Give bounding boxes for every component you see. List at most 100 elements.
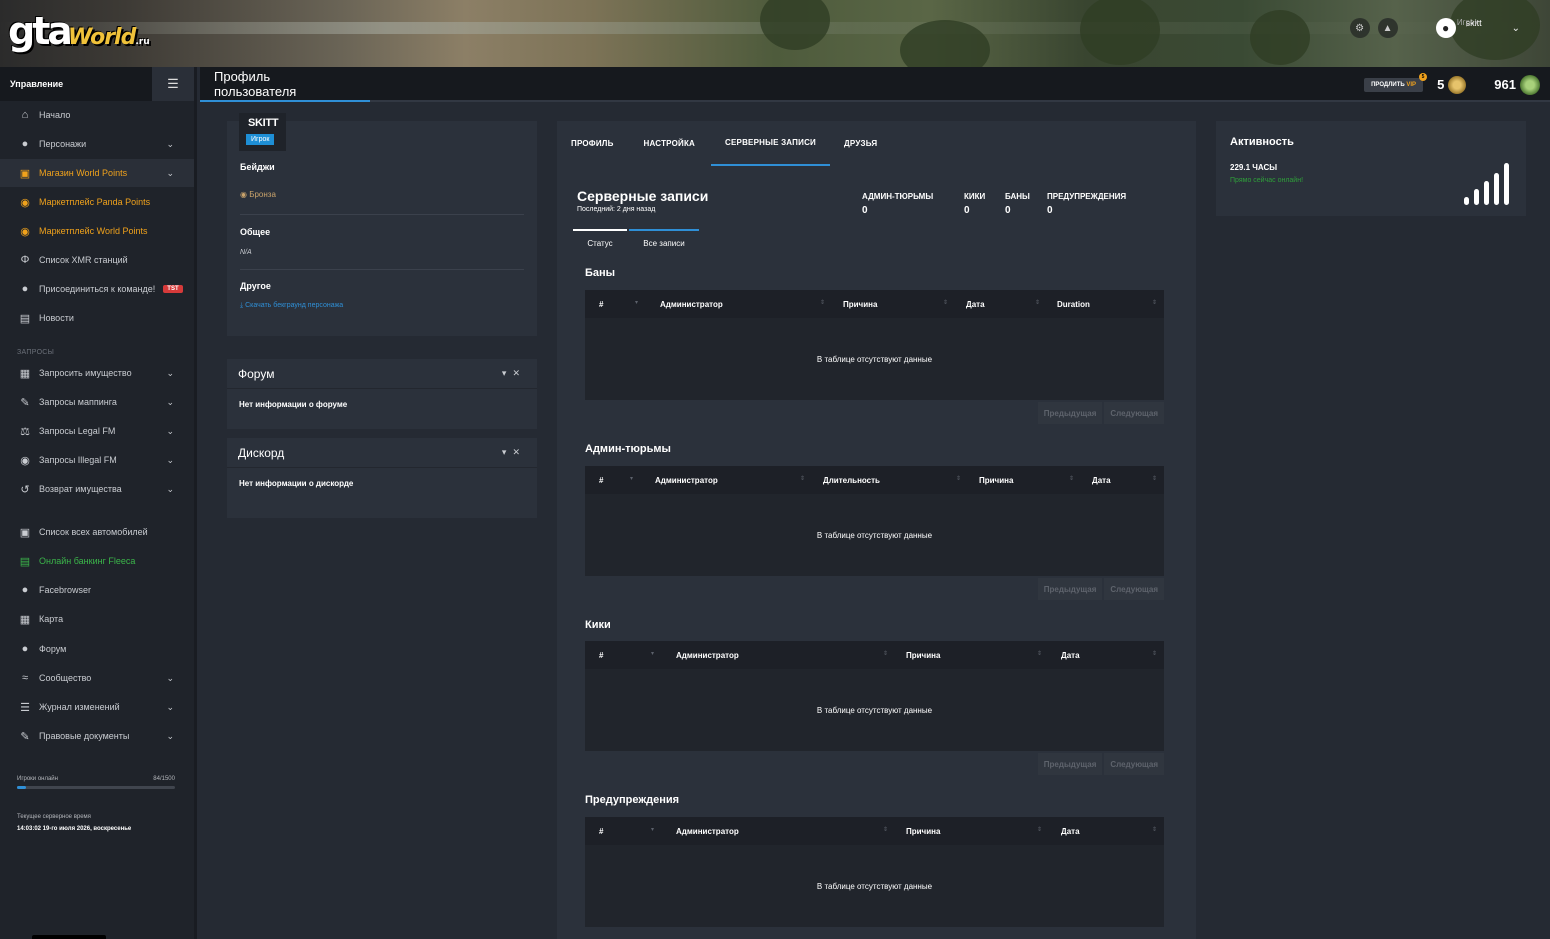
subtab-all-records[interactable]: Все записи [629,229,699,255]
tab-settings[interactable]: НАСТРОЙКА [628,121,711,166]
sidebar-item-join-team[interactable]: ● Присоединиться к команде! TST [0,275,194,303]
site-logo[interactable]: gtaWorld.ru [8,8,150,65]
col-header[interactable]: Дата [1061,817,1080,845]
coins-count: 961 [1494,77,1516,92]
col-header[interactable]: Длительность [823,466,880,494]
col-header[interactable]: Duration [1057,290,1090,318]
sidebar-item-vehicles[interactable]: ▣ Список всех автомобилей [0,518,194,546]
settings-icon[interactable]: ⚙ [1349,18,1370,38]
sidebar-item-home[interactable]: ⌂ Начало [0,101,194,129]
forum-widget: Форум ▾✕ Нет информации о форуме [227,359,537,429]
chevron-down-icon: ⌄ [166,454,174,465]
players-online-value: 84/1500 [153,776,175,782]
user-plus-icon: ● [21,283,29,295]
close-icon[interactable]: ✕ [512,447,526,457]
sort-icon: ⇕ [956,476,962,482]
sidebar-item-legal-docs[interactable]: ✎ Правовые документы ⌄ [0,722,194,750]
sidebar-item-facebrowser[interactable]: ● Facebrowser [0,576,194,604]
col-header[interactable]: Администратор [655,466,718,494]
prev-page-button[interactable]: Предыдущая [1037,402,1103,424]
signal-bars-icon [1464,161,1512,205]
col-header[interactable]: # [599,466,603,494]
sidebar-item-panda-market[interactable]: ◉ Маркетплейс Panda Points [0,188,194,216]
sort-icon: ⇕ [883,827,889,833]
sidebar-item-characters[interactable]: ● Персонажи ⌄ [0,130,194,158]
prev-page-button[interactable]: Предыдущая [1037,753,1103,775]
header-banner: gtaWorld.ru ⚙ ▲ ● skitt ⌄ Игрок [0,0,1550,67]
sidebar-item-mapping[interactable]: ✎ Запросы маппинга ⌄ [0,388,194,416]
collapse-icon[interactable]: ▾ [502,447,513,457]
sort-icon: ⇕ [820,300,826,306]
newspaper-icon: ▤ [19,312,31,325]
mask-icon: ◉ [20,454,30,467]
extend-vip-button[interactable]: ПРОДЛИТЬ VIP 5 [1364,72,1428,92]
sidebar-item-wp-market[interactable]: ◉ Маркетплейс World Points [0,217,194,245]
online-status: Прямо сейчас онлайн! [1230,177,1304,184]
col-header[interactable]: Причина [906,641,940,669]
discord-widget-body: Нет информации о дискорде [239,479,354,488]
sidebar-item-refund[interactable]: ↺ Возврат имущества ⌄ [0,475,194,503]
vip-notification-dot: 5 [1419,72,1428,81]
subtab-status[interactable]: Статус [573,229,627,255]
col-header[interactable]: Администратор [660,290,723,318]
sidebar-item-map[interactable]: ▦ Карта [0,605,194,633]
next-page-button[interactable]: Следующая [1104,753,1164,775]
page-title: Профиль пользователя [200,67,370,102]
stat-kicks: КИКИ 0 [964,192,986,216]
user-icon: ● [21,138,29,150]
col-header[interactable]: Причина [979,466,1013,494]
tab-server-records[interactable]: СЕРВЕРНЫЕ ЗАПИСИ [711,121,831,166]
map-icon: ▦ [19,613,31,626]
empty-table-message: В таблице отсутствуют данные [585,845,1164,927]
sidebar-item-wp-shop[interactable]: ▣ Магазин World Points ⌄ [0,159,194,187]
menu-toggle-icon[interactable]: ☰ [152,67,194,101]
players-online: Игроки онлайн 84/1500 [17,776,175,789]
sidebar-item-community[interactable]: ≈ Сообщество ⌄ [0,664,194,692]
col-header[interactable]: Причина [906,817,940,845]
collapse-icon[interactable]: ▾ [502,368,513,378]
sidebar-item-news[interactable]: ▤ Новости [0,304,194,332]
col-header[interactable]: Причина [843,290,877,318]
profile-name: SKITT [248,117,279,129]
cart-icon: ▣ [19,167,31,180]
next-page-button[interactable]: Следующая [1104,578,1164,600]
sidebar-item-request-property[interactable]: ▦ Запросить имущество ⌄ [0,359,194,387]
users-icon: ● [21,584,29,596]
chevron-down-icon: ⌄ [166,730,174,741]
divider [240,214,524,215]
sidebar-item-legal-fm[interactable]: ⚖ Запросы Legal FM ⌄ [0,417,194,445]
sidebar-item-changelog[interactable]: ☰ Журнал изменений ⌄ [0,693,194,721]
col-header[interactable]: # [599,641,603,669]
sort-icon: ⇕ [1037,827,1043,833]
sidebar-item-xmr[interactable]: Φ Список XMR станций [0,246,194,274]
tab-friends[interactable]: ДРУЗЬЯ [830,121,891,166]
next-page-button[interactable]: Следующая [1104,402,1164,424]
world-points-icon [1520,74,1540,95]
comments-icon: ● [21,643,29,655]
discord-widget: Дискорд ▾✕ Нет информации о дискорде [227,438,537,518]
close-icon[interactable]: ✕ [512,368,526,378]
col-header[interactable]: # [599,817,603,845]
bell-icon[interactable]: ▲ [1377,18,1398,38]
medal-icon [1448,75,1467,94]
col-header[interactable]: Администратор [676,817,739,845]
col-header[interactable]: Дата [966,290,985,318]
bottom-handle [32,935,106,939]
sidebar-item-fleeca[interactable]: ▤ Онлайн банкинг Fleeca [0,547,194,575]
sort-icon: ⇕ [1152,827,1158,833]
sidebar-item-illegal-fm[interactable]: ◉ Запросы Illegal FM ⌄ [0,446,194,474]
prev-page-button[interactable]: Предыдущая [1037,578,1103,600]
col-header[interactable]: Дата [1092,466,1111,494]
col-header[interactable]: # [599,290,603,318]
col-header[interactable]: Дата [1061,641,1080,669]
avatar-icon: ● [1435,18,1456,38]
tab-profile[interactable]: ПРОФИЛЬ [557,121,628,166]
download-background-link[interactable]: ⤓ Скачать бекграунд персонажа [240,302,343,310]
server-time: Текущее серверное время 14:03:02 19-го и… [17,814,131,832]
col-header[interactable]: Администратор [676,641,739,669]
sidebar-item-forum[interactable]: ● Форум [0,635,194,663]
chevron-down-icon: ⌄ [166,167,174,178]
award-icon: ◉ [240,190,247,199]
warnings-table: # ▾ Администратор ⇕ Причина ⇕ Дата ⇕ В табли… [585,817,1164,927]
bank-card-icon: ▤ [19,555,31,568]
